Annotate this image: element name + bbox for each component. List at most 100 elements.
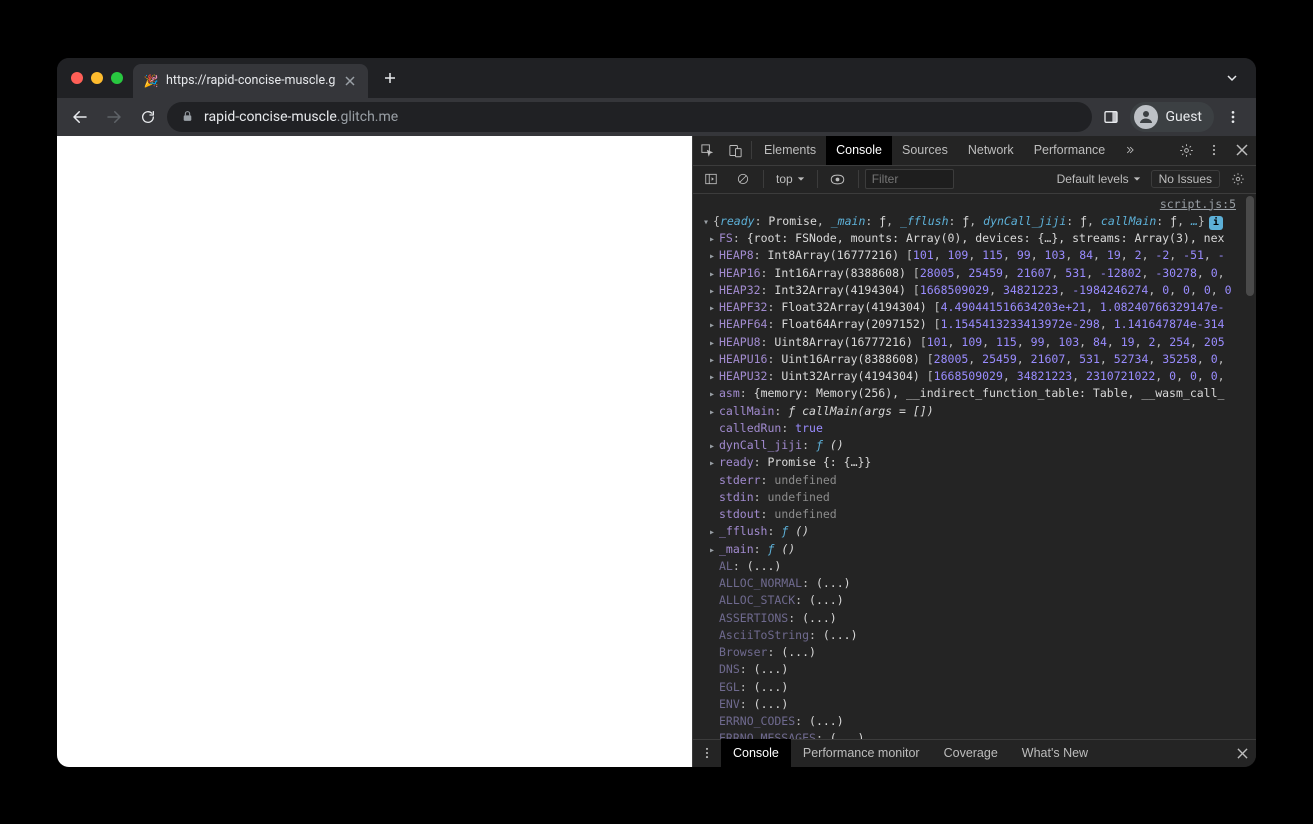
disclosure-triangle[interactable] (709, 523, 719, 540)
window-minimize[interactable] (91, 72, 103, 84)
drawer-close-button[interactable] (1228, 738, 1256, 767)
more-tabs-button[interactable] (1115, 136, 1143, 166)
clear-console-button[interactable] (729, 164, 757, 194)
content-area: ElementsConsoleSourcesNetworkPerformance (57, 136, 1256, 767)
disclosure-triangle[interactable] (709, 454, 719, 471)
log-levels-selector[interactable]: Default levels (1051, 172, 1147, 186)
console-property-row[interactable]: Browser: (...) (693, 644, 1256, 661)
devtools-tab-network[interactable]: Network (958, 136, 1024, 166)
menu-button[interactable] (1218, 102, 1248, 132)
console-property-row[interactable]: HEAPF32: Float32Array(4194304) [4.490441… (693, 299, 1256, 316)
devtools-close-button[interactable] (1228, 136, 1256, 166)
console-property-row[interactable]: HEAPU16: Uint16Array(8388608) [28005, 25… (693, 351, 1256, 368)
object-summary[interactable]: {ready: Promise, _main: ƒ, _fflush: ƒ, d… (713, 213, 1223, 230)
devtools-tab-console[interactable]: Console (826, 136, 892, 166)
console-property-row[interactable]: HEAPU8: Uint8Array(16777216) [101, 109, … (693, 334, 1256, 351)
inspect-element-button[interactable] (693, 136, 721, 166)
console-property-row[interactable]: ALLOC_NORMAL: (...) (693, 575, 1256, 592)
profile-button[interactable]: Guest (1130, 102, 1214, 132)
console-property-row[interactable]: HEAP8: Int8Array(16777216) [101, 109, 11… (693, 247, 1256, 264)
console-property-row[interactable]: FS: {root: FSNode, mounts: Array(0), dev… (693, 230, 1256, 247)
profile-label: Guest (1166, 109, 1202, 125)
console-property-row[interactable]: ALLOC_STACK: (...) (693, 592, 1256, 609)
disclosure-triangle[interactable] (709, 316, 719, 333)
disclosure-triangle[interactable] (709, 299, 719, 316)
context-selector[interactable]: top (770, 172, 811, 186)
disclosure-triangle[interactable] (709, 403, 719, 420)
settings-button[interactable] (1172, 136, 1200, 166)
omnibox[interactable]: rapid-concise-muscle.glitch.me (167, 102, 1092, 132)
back-button[interactable] (65, 102, 95, 132)
source-link[interactable]: script.js:5 (693, 196, 1256, 213)
console-property-row[interactable]: dynCall_jiji: ƒ () (693, 437, 1256, 454)
scrollbar-thumb[interactable] (1246, 196, 1254, 296)
toolbar: rapid-concise-muscle.glitch.me Guest (57, 98, 1256, 136)
disclosure-triangle[interactable] (709, 437, 719, 454)
browser-tab[interactable]: 🎉 https://rapid-concise-muscle.g (133, 64, 368, 98)
console-property-row[interactable]: _fflush: ƒ () (693, 523, 1256, 540)
disclosure-triangle[interactable] (709, 334, 719, 351)
disclosure-triangle[interactable] (709, 385, 719, 402)
avatar-icon (1134, 105, 1158, 129)
console-property-row[interactable]: AsciiToString: (...) (693, 627, 1256, 644)
disclosure-triangle[interactable] (709, 247, 719, 264)
drawer-tab-what-s-new[interactable]: What's New (1010, 739, 1100, 767)
console-property-row[interactable]: DNS: (...) (693, 661, 1256, 678)
console-property-row[interactable]: HEAP32: Int32Array(4194304) [1668509029,… (693, 282, 1256, 299)
console-property-row[interactable]: AL: (...) (693, 558, 1256, 575)
console-output[interactable]: script.js:5 {ready: Promise, _main: ƒ, _… (693, 194, 1256, 739)
disclosure-triangle[interactable] (709, 230, 719, 247)
devtools-tab-sources[interactable]: Sources (892, 136, 958, 166)
filter-input[interactable] (865, 169, 954, 189)
console-property-row[interactable]: HEAPF64: Float64Array(2097152) [1.154541… (693, 316, 1256, 333)
console-property-row[interactable]: ERRNO_MESSAGES: (...) (693, 730, 1256, 738)
console-settings-button[interactable] (1224, 164, 1252, 194)
toggle-sidebar-button[interactable] (697, 164, 725, 194)
live-expression-button[interactable] (824, 164, 852, 194)
drawer-tab-performance-monitor[interactable]: Performance monitor (791, 739, 932, 767)
console-property-row[interactable]: _main: ƒ () (693, 541, 1256, 558)
devtools-tabs: ElementsConsoleSourcesNetworkPerformance (693, 136, 1256, 166)
console-property-row[interactable]: stdin: undefined (693, 489, 1256, 506)
window-zoom[interactable] (111, 72, 123, 84)
console-property-row[interactable]: callMain: ƒ callMain(args = []) (693, 403, 1256, 420)
devtools-menu-button[interactable] (1200, 136, 1228, 166)
favicon-icon: 🎉 (143, 73, 159, 89)
close-tab-button[interactable] (342, 73, 358, 89)
forward-button[interactable] (99, 102, 129, 132)
console-property-row[interactable]: ready: Promise {: {…}} (693, 454, 1256, 471)
console-property-row[interactable]: EGL: (...) (693, 679, 1256, 696)
console-property-row[interactable]: calledRun: true (693, 420, 1256, 437)
page-viewport[interactable] (57, 136, 692, 767)
new-tab-button[interactable] (376, 64, 404, 92)
disclosure-triangle[interactable] (703, 213, 713, 230)
disclosure-triangle[interactable] (709, 368, 719, 385)
console-property-row[interactable]: ENV: (...) (693, 696, 1256, 713)
console-property-row[interactable]: HEAP16: Int16Array(8388608) [28005, 2545… (693, 265, 1256, 282)
console-property-row[interactable]: ERRNO_CODES: (...) (693, 713, 1256, 730)
url-text: rapid-concise-muscle.glitch.me (204, 109, 398, 125)
issues-button[interactable]: No Issues (1151, 170, 1220, 188)
filter-input-wrap (865, 169, 954, 189)
devtools-tab-performance[interactable]: Performance (1024, 136, 1116, 166)
disclosure-triangle[interactable] (709, 541, 719, 558)
side-panel-button[interactable] (1096, 102, 1126, 132)
drawer-tab-coverage[interactable]: Coverage (932, 739, 1010, 767)
reload-button[interactable] (133, 102, 163, 132)
drawer-menu-button[interactable] (693, 738, 721, 767)
console-toolbar: top Default levels No Issues (693, 166, 1256, 194)
drawer-tab-console[interactable]: Console (721, 739, 791, 767)
tabs-dropdown[interactable] (1216, 72, 1248, 84)
device-toolbar-button[interactable] (721, 136, 749, 166)
console-property-row[interactable]: stderr: undefined (693, 472, 1256, 489)
console-property-row[interactable]: HEAPU32: Uint32Array(4194304) [166850902… (693, 368, 1256, 385)
disclosure-triangle[interactable] (709, 282, 719, 299)
disclosure-triangle[interactable] (709, 351, 719, 368)
console-property-row[interactable]: stdout: undefined (693, 506, 1256, 523)
console-property-row[interactable]: ASSERTIONS: (...) (693, 610, 1256, 627)
disclosure-triangle[interactable] (709, 265, 719, 282)
devtools-drawer: ConsolePerformance monitorCoverageWhat's… (693, 739, 1256, 767)
console-property-row[interactable]: asm: {memory: Memory(256), __indirect_fu… (693, 385, 1256, 402)
window-close[interactable] (71, 72, 83, 84)
devtools-tab-elements[interactable]: Elements (754, 136, 826, 166)
